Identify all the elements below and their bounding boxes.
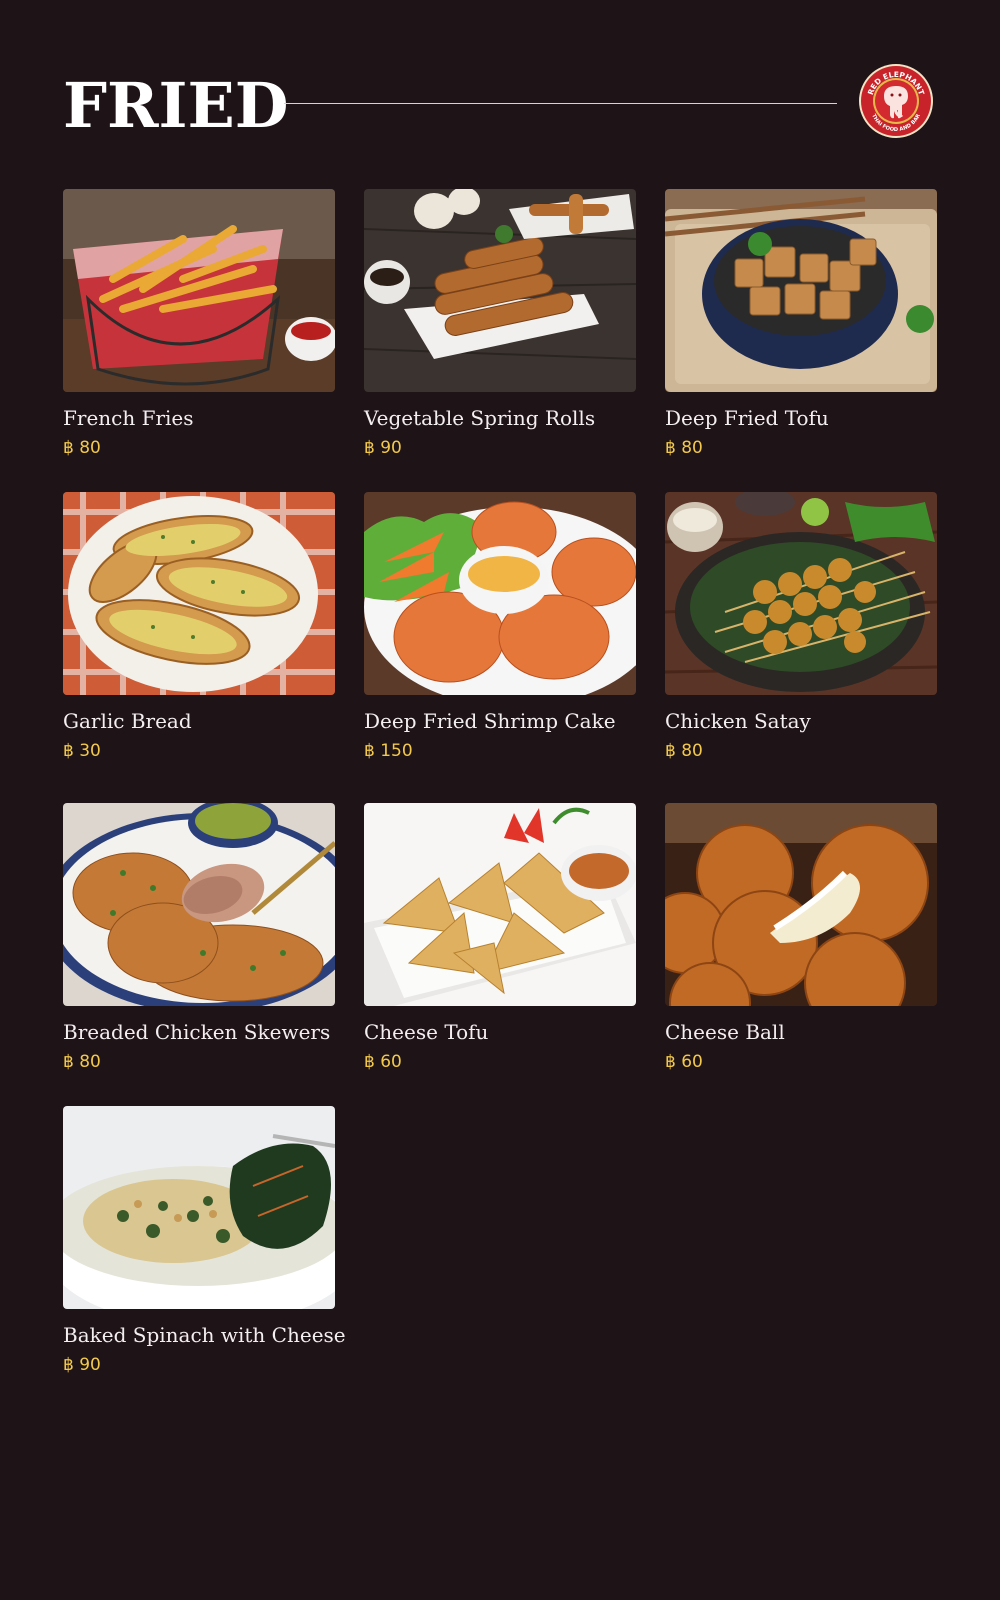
item-price: ฿ 90 <box>364 438 402 458</box>
menu-item[interactable]: Baked Spinach with Cheese ฿ 90 <box>63 1106 346 1375</box>
menu-item[interactable]: Chicken Satay ฿ 80 <box>665 492 937 761</box>
item-name: Vegetable Spring Rolls <box>364 406 596 430</box>
chicken-satay-photo <box>665 492 937 695</box>
item-price: ฿ 60 <box>665 1052 703 1072</box>
item-price: ฿ 90 <box>63 1355 101 1375</box>
item-price: ฿ 80 <box>63 1052 101 1072</box>
item-price: ฿ 150 <box>364 741 413 761</box>
item-name: Cheese Tofu <box>364 1020 489 1044</box>
menu-item[interactable]: Deep Fried Shrimp Cake ฿ 150 <box>364 492 636 761</box>
item-price: ฿ 80 <box>665 741 703 761</box>
fried-tofu-photo <box>665 189 937 392</box>
menu-item[interactable]: French Fries ฿ 80 <box>63 189 335 458</box>
item-name: Breaded Chicken Skewers <box>63 1020 331 1044</box>
item-name: Chicken Satay <box>665 709 811 733</box>
garlic-bread-photo <box>63 492 335 695</box>
restaurant-logo: RED ELEPHANT THAI FOOD AND BAR <box>858 63 934 139</box>
menu-item[interactable]: Cheese Ball ฿ 60 <box>665 803 937 1072</box>
item-name: Garlic Bread <box>63 709 192 733</box>
item-name: French Fries <box>63 406 194 430</box>
menu-item[interactable]: Deep Fried Tofu ฿ 80 <box>665 189 937 458</box>
french-fries-photo <box>63 189 335 392</box>
item-price: ฿ 80 <box>665 438 703 458</box>
section-header: FRIED RED ELEPHANT THAI FOOD AND BAR <box>63 62 937 142</box>
item-price: ฿ 80 <box>63 438 101 458</box>
item-name: Baked Spinach with Cheese <box>63 1323 346 1347</box>
section-title: FRIED <box>63 69 289 142</box>
cheese-tofu-photo <box>364 803 636 1006</box>
elephant-icon: RED ELEPHANT THAI FOOD AND BAR <box>859 64 933 138</box>
menu-item[interactable]: Breaded Chicken Skewers ฿ 80 <box>63 803 335 1072</box>
spring-rolls-photo <box>364 189 636 392</box>
menu-item[interactable]: Vegetable Spring Rolls ฿ 90 <box>364 189 636 458</box>
baked-spinach-photo <box>63 1106 335 1309</box>
header-divider <box>284 103 837 104</box>
menu-item[interactable]: Cheese Tofu ฿ 60 <box>364 803 636 1072</box>
item-name: Deep Fried Tofu <box>665 406 829 430</box>
item-name: Deep Fried Shrimp Cake <box>364 709 616 733</box>
item-name: Cheese Ball <box>665 1020 785 1044</box>
item-price: ฿ 60 <box>364 1052 402 1072</box>
cheese-ball-photo <box>665 803 937 1006</box>
breaded-chicken-photo <box>63 803 335 1006</box>
item-price: ฿ 30 <box>63 741 101 761</box>
menu-item[interactable]: Garlic Bread ฿ 30 <box>63 492 335 761</box>
shrimp-cake-photo <box>364 492 636 695</box>
